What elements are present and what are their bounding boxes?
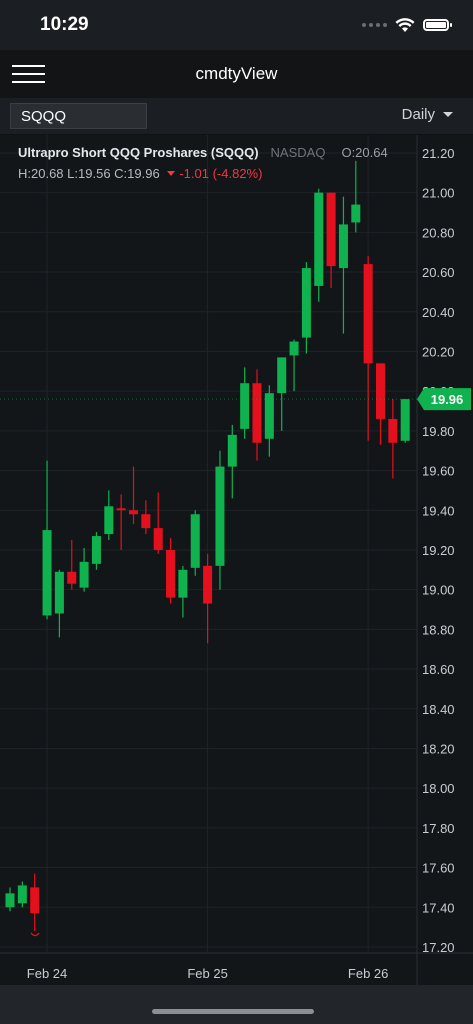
bottom-bar (0, 985, 473, 1024)
chart-area[interactable]: 21.2021.0020.8020.6020.4020.2020.0019.80… (0, 135, 473, 985)
close-value: C:19.96 (114, 166, 160, 181)
candle-body (30, 887, 40, 914)
low-marker-icon (30, 932, 40, 937)
candle-body (91, 536, 101, 564)
candle-body (54, 571, 64, 614)
y-tick-label: 19.40 (422, 503, 455, 518)
candle-body (314, 192, 324, 286)
candle-body (215, 466, 225, 566)
candle-body (400, 399, 410, 441)
interval-label: Daily (401, 106, 435, 123)
y-tick-label: 20.80 (422, 225, 455, 240)
home-indicator[interactable] (152, 1009, 314, 1014)
y-tick-label: 20.20 (422, 344, 455, 359)
candle-body (252, 383, 262, 443)
candle-body (67, 571, 77, 584)
x-tick-label: Feb 25 (187, 966, 227, 981)
candle-body (190, 514, 200, 568)
candle-body (289, 341, 299, 356)
y-tick-label: 17.80 (422, 821, 455, 836)
down-arrow-icon (167, 171, 176, 176)
candle-body (277, 357, 287, 394)
candle-body (264, 393, 274, 439)
candle-body (141, 514, 151, 529)
candle-body (166, 549, 176, 598)
candle-body (178, 569, 188, 598)
candle-body (351, 204, 361, 223)
y-tick-label: 18.80 (422, 622, 455, 637)
high-value: H:20.68 (18, 166, 64, 181)
chart-legend: Ultrapro Short QQQ Proshares (SQQQ) NASD… (18, 145, 458, 181)
y-tick-label: 21.00 (422, 186, 455, 201)
chart-toolbar: Daily (0, 98, 473, 135)
current-price-label: 19.96 (431, 392, 464, 407)
candle-body (104, 506, 114, 535)
y-tick-label: 17.40 (422, 900, 455, 915)
candle-body (376, 363, 385, 419)
y-tick-label: 19.20 (422, 543, 455, 558)
y-tick-label: 20.40 (422, 305, 455, 320)
candle-body (388, 418, 398, 443)
candlestick-chart[interactable]: 21.2021.0020.8020.6020.4020.2020.0019.80… (0, 135, 473, 985)
candle-body (363, 264, 373, 364)
candle-body (338, 224, 348, 269)
y-tick-label: 17.60 (422, 861, 455, 876)
instrument-name: Ultrapro Short QQQ Proshares (SQQQ) (18, 145, 259, 160)
low-value: L:19.56 (67, 166, 111, 181)
exchange-label: NASDAQ (270, 145, 326, 160)
y-tick-label: 19.80 (422, 424, 455, 439)
candle-body (79, 561, 89, 588)
candle-body (129, 510, 138, 515)
y-tick-label: 20.60 (422, 265, 455, 280)
status-bar: 10:29 (0, 0, 473, 50)
wifi-icon (395, 18, 415, 32)
caret-down-icon (443, 112, 453, 117)
y-tick-label: 19.00 (422, 583, 455, 598)
candle-body (227, 434, 237, 467)
y-tick-label: 18.60 (422, 662, 455, 677)
candle-body (116, 508, 126, 511)
candle-body (203, 565, 213, 604)
y-tick-label: 18.40 (422, 702, 455, 717)
open-value: O:20.64 (341, 145, 388, 160)
app-title: cmdtyView (195, 64, 278, 83)
candle-body (301, 268, 311, 338)
x-tick-label: Feb 26 (348, 966, 388, 981)
candle-body (42, 530, 52, 616)
y-tick-label: 18.20 (422, 741, 455, 756)
candle-body (326, 192, 336, 267)
status-time: 10:29 (40, 14, 89, 35)
candle-body (17, 885, 27, 904)
app-header: cmdtyView (0, 50, 473, 98)
change-value: -1.01 (-4.82%) (179, 166, 263, 181)
cellular-signal-icon (362, 23, 387, 27)
x-tick-label: Feb 24 (27, 966, 67, 981)
candle-body (5, 893, 15, 908)
candle-body (240, 383, 250, 429)
interval-dropdown[interactable]: Daily (402, 106, 453, 123)
status-icons (362, 16, 452, 34)
y-tick-label: 18.00 (422, 781, 455, 796)
battery-icon (423, 19, 452, 31)
candle-body (153, 528, 163, 550)
y-tick-label: 19.60 (422, 464, 455, 479)
symbol-input[interactable] (10, 103, 147, 129)
